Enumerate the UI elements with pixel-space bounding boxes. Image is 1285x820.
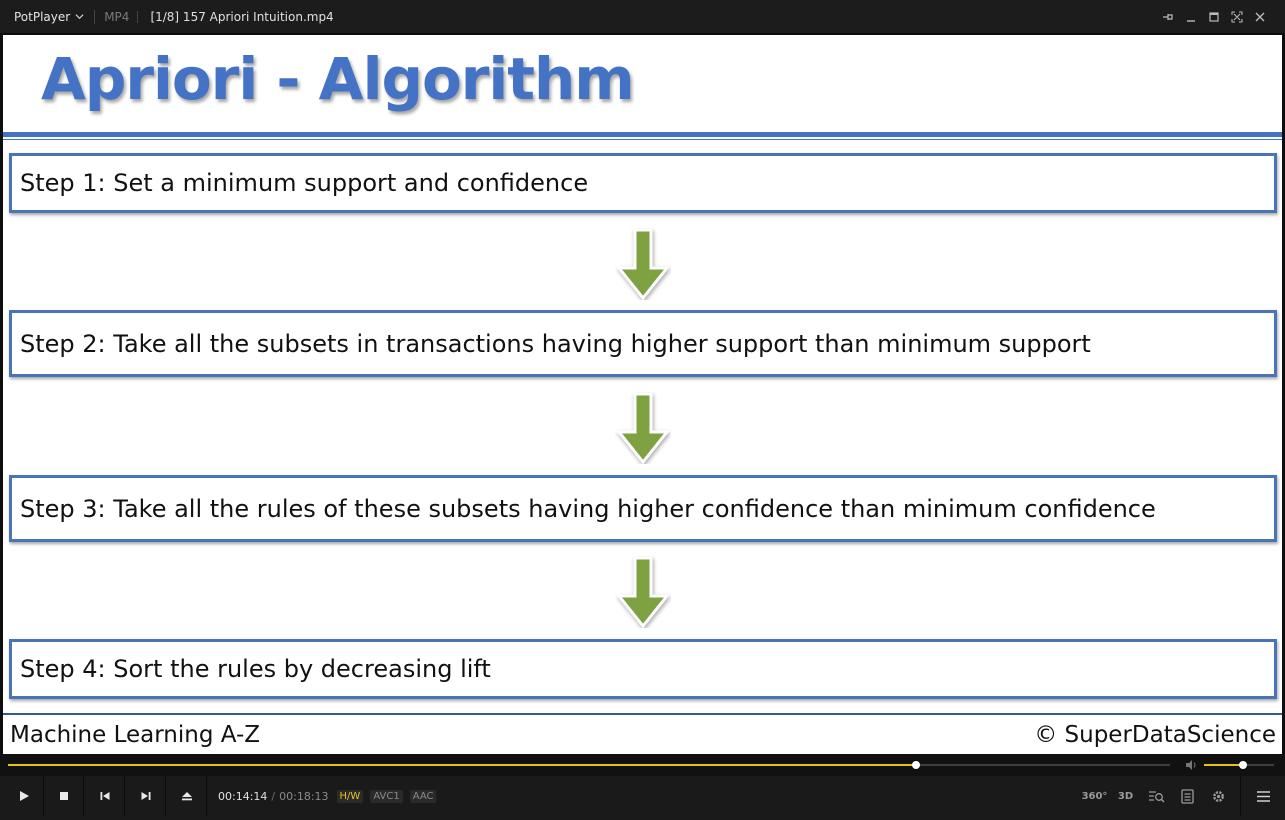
vr-360-button[interactable]: 360° (1079, 776, 1110, 816)
step-3-box: Step 3: Take all the rules of these subs… (9, 475, 1277, 542)
360-icon: 360° (1081, 790, 1108, 802)
zoom-button[interactable] (1141, 776, 1172, 816)
down-arrow-icon (615, 392, 671, 464)
app-name: PotPlayer (14, 9, 71, 24)
stop-icon (59, 792, 68, 800)
zoom-icon (1149, 790, 1165, 803)
seekbar-area (0, 754, 1285, 776)
file-title: [1/8] 157 Apriori Intuition.mp4 (150, 9, 334, 24)
minimize-icon (1187, 20, 1195, 22)
previous-button[interactable] (85, 776, 125, 816)
stop-button[interactable] (44, 776, 84, 816)
hw-decoding-badge[interactable]: H/W (336, 790, 364, 803)
total-duration: 00:18:13 (279, 790, 329, 803)
slide-title: Apriori - Algorithm (41, 45, 635, 113)
down-arrow-icon (615, 228, 671, 300)
playlist-button[interactable] (1172, 776, 1203, 816)
video-codec-badge[interactable]: AVC1 (370, 790, 403, 803)
gear-icon (1213, 790, 1224, 802)
play-icon (19, 791, 29, 801)
chevron-down-icon (75, 14, 84, 20)
maximize-icon (1209, 12, 1219, 22)
fullscreen-icon (1231, 11, 1243, 23)
volume-handle[interactable] (1238, 761, 1247, 769)
fullscreen-button[interactable] (1230, 10, 1244, 24)
previous-icon (100, 792, 109, 800)
settings-button[interactable] (1203, 776, 1234, 816)
step-2-box: Step 2: Take all the subsets in transact… (9, 310, 1277, 377)
eject-button[interactable] (167, 776, 207, 816)
window-controls (1161, 0, 1267, 34)
course-name: Machine Learning A-Z (10, 722, 261, 748)
close-icon (1255, 12, 1265, 22)
format-label: MP4 (104, 9, 130, 24)
app-menu-button[interactable]: PotPlayer (0, 0, 84, 33)
time-display: 00:14:14 / 00:18:13 H/W AVC1 AAC (218, 790, 437, 803)
seek-handle[interactable] (911, 761, 920, 769)
next-icon (141, 792, 150, 800)
volume-icon[interactable] (1184, 758, 1198, 772)
current-time: 00:14:14 (218, 790, 268, 803)
seek-bar[interactable] (8, 761, 1170, 769)
eject-icon (181, 792, 192, 801)
title-divider (3, 132, 1282, 137)
playlist-icon (1181, 788, 1194, 804)
time-separator: / (271, 790, 276, 803)
main-menu-button[interactable] (1240, 776, 1285, 816)
right-controls: 360° 3D (1079, 776, 1285, 816)
3d-icon: 3D (1117, 790, 1134, 802)
volume-slider[interactable] (1204, 761, 1274, 769)
next-button[interactable] (126, 776, 166, 816)
down-arrow-icon (615, 556, 671, 628)
pin-button[interactable] (1161, 10, 1175, 24)
close-button[interactable] (1253, 10, 1267, 24)
step-4-box: Step 4: Sort the rules by decreasing lif… (9, 639, 1277, 699)
hamburger-menu-icon (1256, 790, 1270, 802)
pin-icon (1163, 14, 1173, 20)
audio-codec-badge[interactable]: AAC (409, 790, 437, 803)
video-frame[interactable]: Apriori - Algorithm Step 1: Set a minimu… (3, 35, 1282, 754)
title-separator (137, 10, 139, 23)
maximize-button[interactable] (1207, 10, 1221, 24)
copyright-text: © SuperDataScience (1034, 722, 1276, 748)
play-button[interactable] (4, 776, 44, 816)
seek-progress (8, 764, 916, 766)
step-1-box: Step 1: Set a minimum support and confid… (9, 153, 1277, 213)
3d-button[interactable]: 3D (1110, 776, 1141, 816)
control-bar: 00:14:14 / 00:18:13 H/W AVC1 AAC 360° 3D (0, 776, 1285, 820)
title-divider (3, 139, 1282, 140)
minimize-button[interactable] (1184, 10, 1198, 24)
footer-divider (3, 713, 1282, 715)
volume-level (1204, 764, 1243, 766)
title-separator (94, 9, 96, 24)
title-bar: PotPlayer MP4 [1/8] 157 Apriori Intuitio… (0, 0, 1285, 34)
